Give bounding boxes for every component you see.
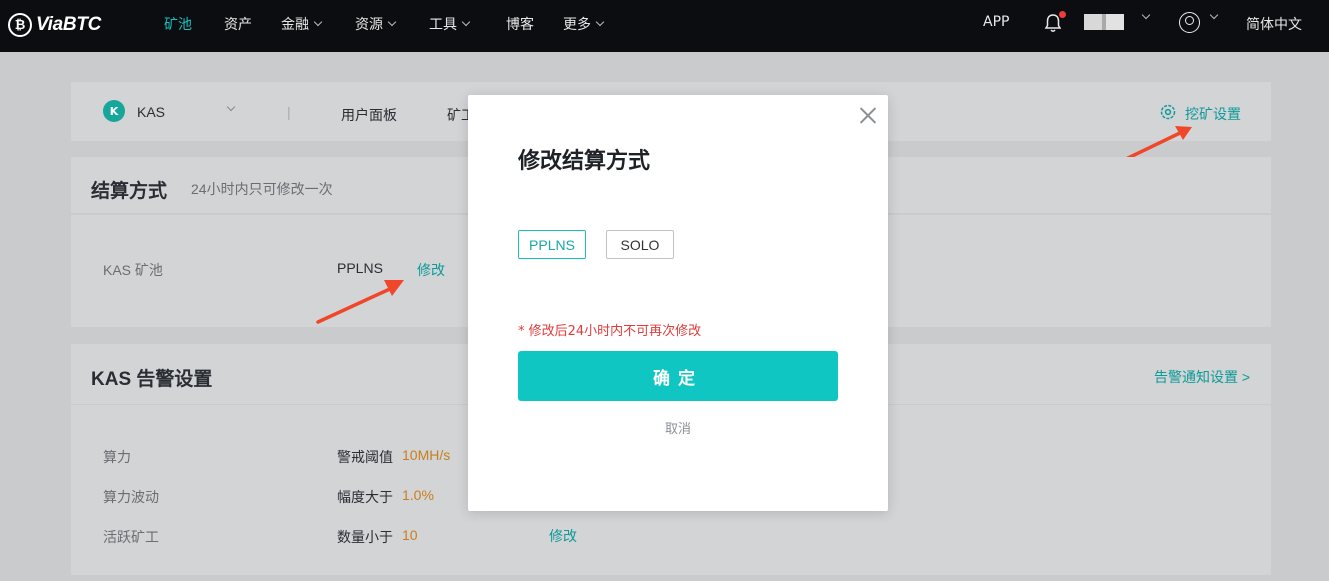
- chevron-down-icon[interactable]: [1141, 10, 1151, 20]
- alert-row-cond: 警戒阈值: [337, 449, 393, 465]
- alert-row-value: 10MH/s: [402, 447, 451, 463]
- app-label: APP: [983, 14, 1010, 30]
- change-settlement-modal: 修改结算方式 PPLNS SOLO * 修改后24小时内不可再次修改 确定 取消: [468, 95, 888, 511]
- option-pplns[interactable]: PPLNS: [518, 230, 586, 259]
- language-selector[interactable]: 简体中文: [1246, 14, 1302, 34]
- nav-item-label: 资产: [224, 17, 252, 33]
- kas-coin-icon: K: [103, 100, 125, 122]
- nav-item-label: 更多: [563, 17, 591, 33]
- modal-title: 修改结算方式: [518, 149, 651, 174]
- viabtc-logo[interactable]: ₿ ViaBTC: [8, 10, 101, 40]
- pool-label: KAS 矿池: [103, 262, 163, 278]
- bitcoin-logo-icon: ₿: [8, 13, 32, 37]
- alert-row-value: 1.0%: [402, 487, 434, 503]
- notification-dot: [1059, 11, 1066, 18]
- alert-row-label: 活跃矿工: [103, 529, 159, 545]
- mining-settings-link[interactable]: 挖矿设置: [1185, 104, 1241, 124]
- tab-user-dashboard[interactable]: 用户面板: [341, 105, 397, 125]
- logo-text: ViaBTC: [36, 14, 102, 35]
- nav-item-finance[interactable]: 金融: [281, 14, 323, 34]
- nav-item-more[interactable]: 更多: [563, 14, 605, 34]
- edit-settlement-link[interactable]: 修改: [417, 260, 445, 280]
- nav-item-label: 矿池: [164, 17, 192, 33]
- chevron-down-icon: [387, 17, 397, 27]
- annotation-arrow: [316, 280, 404, 324]
- gear-icon[interactable]: [1159, 103, 1177, 121]
- nav-item-resources[interactable]: 资源: [355, 14, 397, 34]
- confirm-button[interactable]: 确定: [518, 351, 838, 401]
- username-redacted[interactable]: [1084, 14, 1124, 30]
- nav-item-pool[interactable]: 矿池: [164, 14, 192, 34]
- divider: |: [287, 104, 291, 120]
- coin-icon-letter: K: [109, 104, 119, 118]
- nav-item-label: 工具: [429, 17, 457, 33]
- nav-item-label: 资源: [355, 17, 383, 33]
- edit-alerts-link[interactable]: 修改: [549, 526, 577, 546]
- alert-row-cond: 幅度大于: [337, 489, 393, 505]
- alert-row-label: 算力波动: [103, 489, 159, 505]
- nav-item-assets[interactable]: 资产: [224, 14, 252, 34]
- close-icon[interactable]: [858, 105, 878, 125]
- cancel-button[interactable]: 取消: [468, 418, 888, 437]
- modal-warning: * 修改后24小时内不可再次修改: [518, 324, 702, 339]
- alert-row-cond: 数量小于: [337, 529, 393, 545]
- top-nav: ₿ ViaBTC 矿池 资产 金融 资源 工具 博客 更多 APP 简体中文: [0, 0, 1329, 52]
- chevron-down-icon[interactable]: [1209, 10, 1219, 20]
- option-solo[interactable]: SOLO: [606, 230, 674, 259]
- settlement-title: 结算方式: [91, 181, 168, 202]
- language-label: 简体中文: [1246, 17, 1302, 33]
- nav-item-tools[interactable]: 工具: [429, 14, 471, 34]
- nav-app-link[interactable]: APP: [983, 14, 1009, 30]
- chevron-down-icon: [313, 17, 323, 27]
- alerts-title: KAS 告警设置: [91, 369, 213, 390]
- coin-selector[interactable]: KAS: [137, 104, 165, 120]
- nav-item-blog[interactable]: 博客: [506, 14, 534, 34]
- alert-row-value: 10: [402, 527, 418, 543]
- alert-notify-settings-link[interactable]: 告警通知设置 >: [1154, 367, 1250, 387]
- chevron-down-icon: [595, 17, 605, 27]
- alert-row-label: 算力: [103, 449, 131, 465]
- nav-item-label: 金融: [281, 17, 309, 33]
- settlement-note: 24小时内只可修改一次: [191, 181, 333, 197]
- chevron-down-icon: [461, 17, 471, 27]
- nav-item-label: 博客: [506, 17, 534, 33]
- account-icon[interactable]: [1179, 12, 1200, 33]
- pool-value: PPLNS: [337, 260, 383, 276]
